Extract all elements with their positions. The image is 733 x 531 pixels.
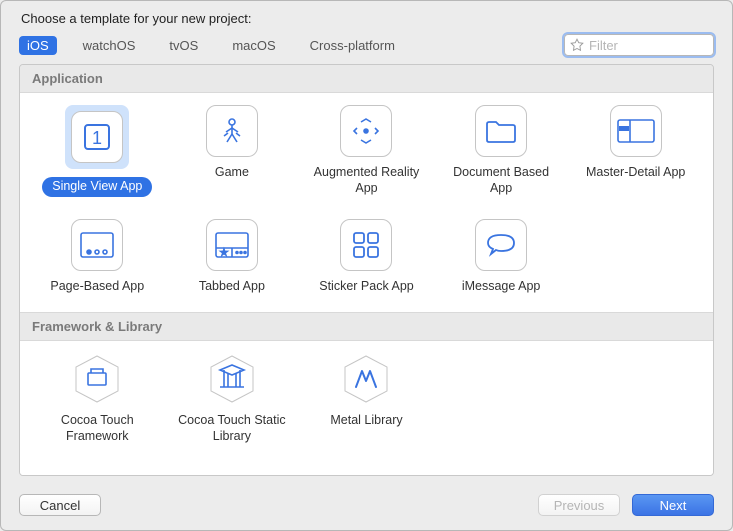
tab-cross-platform[interactable]: Cross-platform	[302, 36, 403, 55]
template-metal-library[interactable]: Metal Library	[299, 353, 434, 444]
platform-tabs: iOS watchOS tvOS macOS Cross-platform	[19, 36, 403, 55]
toolbar: iOS watchOS tvOS macOS Cross-platform	[1, 34, 732, 64]
template-label: Cocoa Touch Static Library	[172, 413, 292, 444]
static-library-icon	[206, 353, 258, 405]
template-label: Master-Detail App	[586, 165, 685, 181]
template-label: Augmented Reality App	[306, 165, 426, 196]
filter-input[interactable]	[564, 34, 714, 56]
template-single-view-app[interactable]: 1 Single View App	[30, 105, 165, 197]
template-cocoa-touch-static-library[interactable]: Cocoa Touch Static Library	[165, 353, 300, 444]
search-field-wrap	[564, 34, 714, 56]
next-button[interactable]: Next	[632, 494, 714, 516]
section-header-application: Application	[20, 65, 713, 92]
template-tabbed-app[interactable]: ★ Tabbed App	[165, 219, 300, 295]
single-view-icon: 1	[71, 111, 123, 163]
template-imessage-app[interactable]: iMessage App	[434, 219, 569, 295]
section-header-framework: Framework & Library	[20, 313, 713, 340]
template-chooser-dialog: Choose a template for your new project: …	[0, 0, 733, 531]
template-game[interactable]: Game	[165, 105, 300, 197]
document-icon	[475, 105, 527, 157]
tab-tvos[interactable]: tvOS	[161, 36, 206, 55]
game-icon	[206, 105, 258, 157]
template-label: Game	[215, 165, 249, 181]
template-label: iMessage App	[462, 279, 541, 295]
dialog-title: Choose a template for your new project:	[21, 11, 714, 26]
dialog-footer: Cancel Previous Next	[1, 486, 732, 530]
template-label: Single View App	[42, 177, 152, 197]
tabbed-icon: ★	[206, 219, 258, 271]
ar-icon	[340, 105, 392, 157]
svg-text:1: 1	[92, 128, 102, 148]
section-body-application: 1 Single View App Game Augmented Reali	[20, 92, 713, 313]
cancel-button[interactable]: Cancel	[19, 494, 101, 516]
template-sticker-pack-app[interactable]: Sticker Pack App	[299, 219, 434, 295]
template-label: Sticker Pack App	[319, 279, 414, 295]
section-body-framework: Cocoa Touch Framework Cocoa Touch Static…	[20, 340, 713, 475]
template-cocoa-touch-framework[interactable]: Cocoa Touch Framework	[30, 353, 165, 444]
tab-watchos[interactable]: watchOS	[75, 36, 144, 55]
filter-icon	[570, 38, 584, 52]
template-ar-app[interactable]: Augmented Reality App	[299, 105, 434, 197]
template-page-based-app[interactable]: Page-Based App	[30, 219, 165, 295]
svg-text:★: ★	[220, 248, 227, 257]
dialog-header: Choose a template for your new project:	[1, 1, 732, 34]
imessage-icon	[475, 219, 527, 271]
metal-icon	[340, 353, 392, 405]
template-label: Metal Library	[330, 413, 402, 429]
template-list: Application 1 Single View App Game	[19, 64, 714, 476]
page-based-icon	[71, 219, 123, 271]
tab-macos[interactable]: macOS	[224, 36, 283, 55]
template-document-app[interactable]: Document Based App	[434, 105, 569, 197]
master-detail-icon	[610, 105, 662, 157]
framework-icon	[71, 353, 123, 405]
template-grid-application: 1 Single View App Game Augmented Reali	[30, 105, 703, 294]
previous-button: Previous	[538, 494, 620, 516]
template-master-detail-app[interactable]: Master-Detail App	[568, 105, 703, 197]
template-grid-framework: Cocoa Touch Framework Cocoa Touch Static…	[30, 353, 703, 444]
tab-ios[interactable]: iOS	[19, 36, 57, 55]
sticker-icon	[340, 219, 392, 271]
template-label: Page-Based App	[50, 279, 144, 295]
template-label: Document Based App	[441, 165, 561, 196]
template-label: Tabbed App	[199, 279, 265, 295]
template-label: Cocoa Touch Framework	[37, 413, 157, 444]
